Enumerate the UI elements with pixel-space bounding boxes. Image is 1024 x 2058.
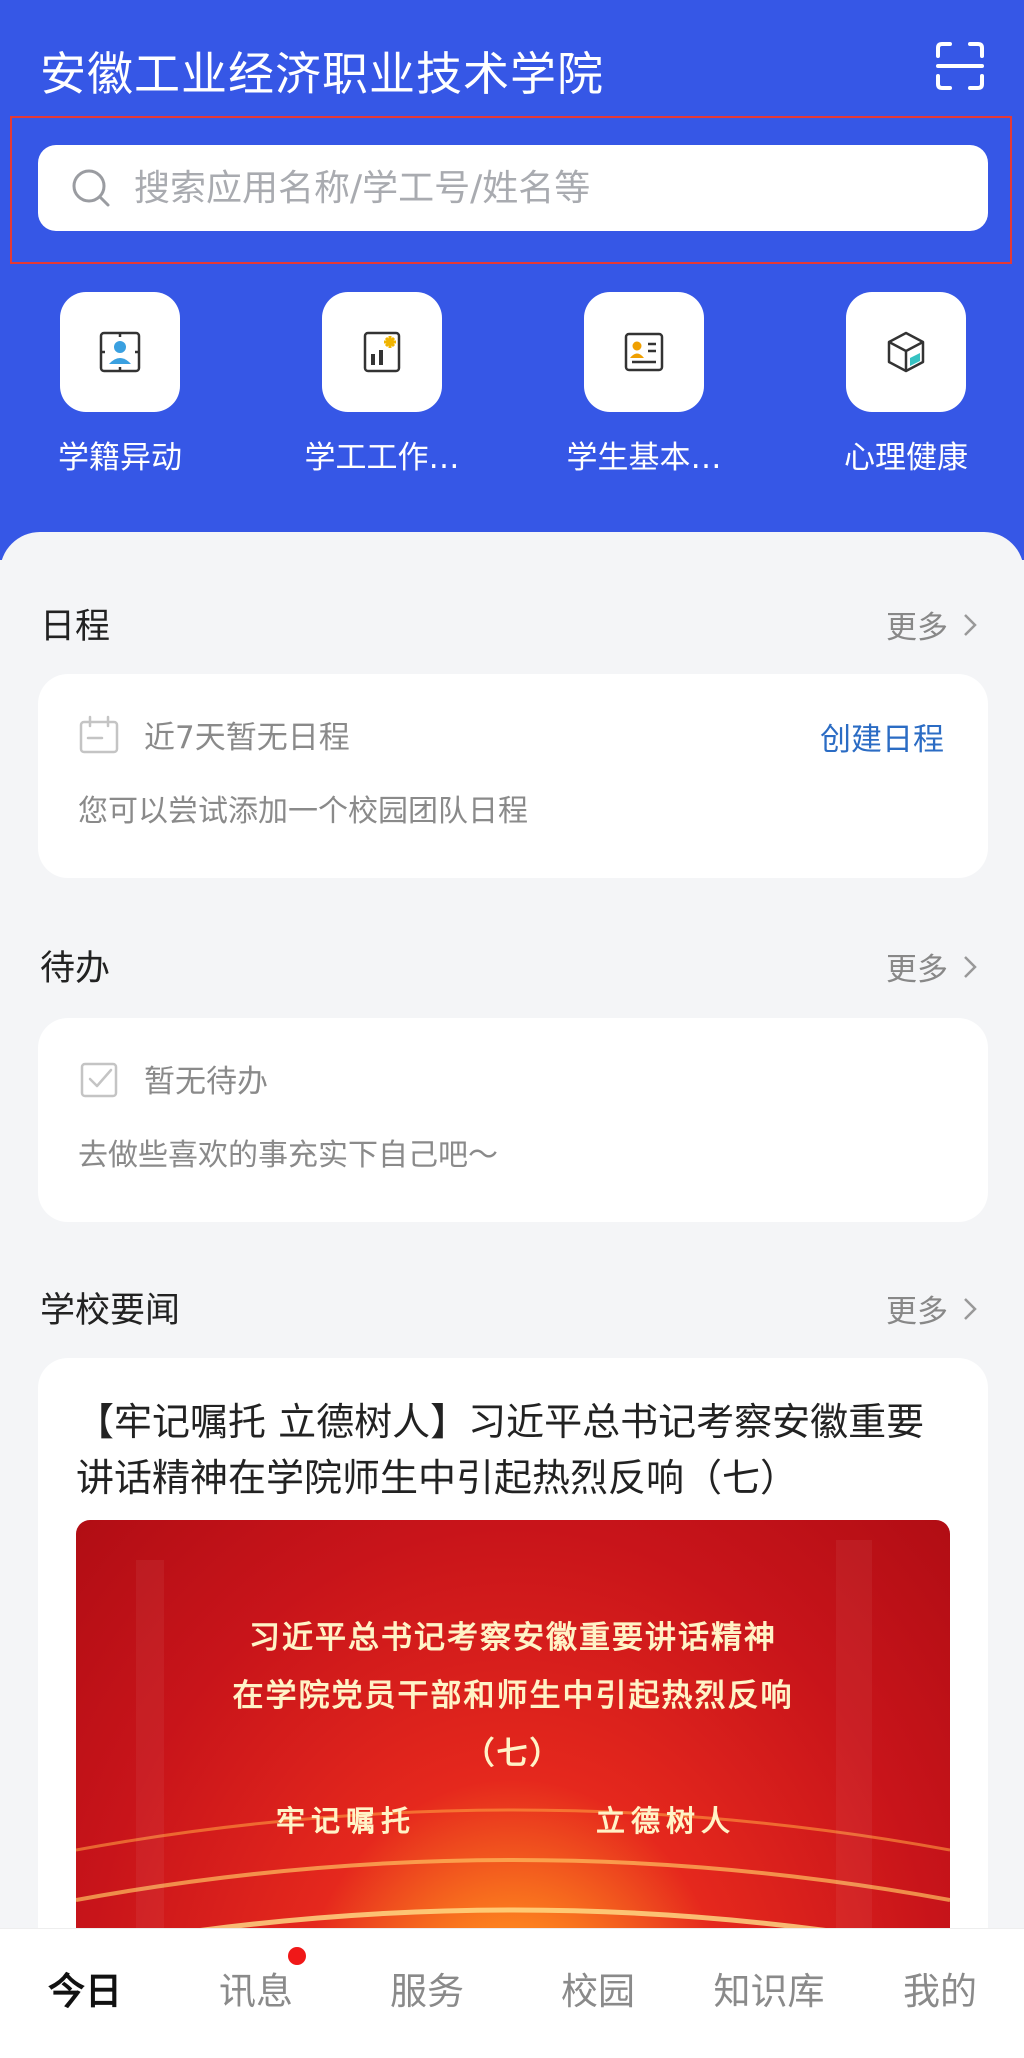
chevron-right-icon xyxy=(964,1297,977,1320)
quick-app-student-status[interactable]: 学籍异动 xyxy=(20,292,220,482)
banner-headline-line-1: 习近平总书记考察安徽重要讲话精神 xyxy=(249,1620,777,1656)
bottom-tab-bar: 今日 讯息 服务 校园 知识库 我的 xyxy=(0,1928,1024,2058)
news-item-title[interactable]: 【牢记嘱托 立德树人】习近平总书记考察安徽重要讲话精神在学院师生中引起热烈反响（… xyxy=(76,1394,956,1506)
banner-decoration xyxy=(76,1540,950,1928)
schedule-empty-row: 近7天暂无日程 xyxy=(78,712,350,757)
news-banner-image[interactable]: 习近平总书记考察安徽重要讲话精神 在学院党员干部和师生中引起热烈反响 （七） 牢… xyxy=(76,1520,950,1928)
news-section-title: 学校要闻 xyxy=(40,1291,181,1331)
quick-app-label: 心理健康 xyxy=(844,440,968,476)
tab-services[interactable]: 服务 xyxy=(342,1961,512,2015)
tab-campus[interactable]: 校园 xyxy=(513,1961,683,2015)
scan-icon[interactable] xyxy=(934,40,986,92)
schedule-hint: 您可以尝试添加一个校园团队日程 xyxy=(78,794,528,829)
schedule-card: 近7天暂无日程 创建日程 您可以尝试添加一个校园团队日程 xyxy=(38,674,988,878)
search-input[interactable] xyxy=(134,167,954,209)
tab-today[interactable]: 今日 xyxy=(0,1961,170,2015)
more-label: 更多 xyxy=(886,610,948,646)
student-work-icon xyxy=(322,292,442,412)
quick-app-label: 学生基本… xyxy=(566,440,722,476)
todo-more-link[interactable]: 更多 xyxy=(886,944,978,989)
quick-app-label: 学籍异动 xyxy=(58,440,182,476)
quick-app-student-info[interactable]: 学生基本… xyxy=(544,292,744,482)
notification-dot xyxy=(288,1947,306,1965)
chevron-right-icon xyxy=(964,613,977,636)
tab-messages[interactable]: 讯息 xyxy=(171,1961,341,2015)
tab-me[interactable]: 我的 xyxy=(855,1961,1024,2015)
quick-apps: 学籍异动 学工工作… 学生基本… 心理健康 xyxy=(0,292,1024,482)
more-label: 更多 xyxy=(886,952,948,988)
search-icon xyxy=(72,169,110,207)
schedule-section-title: 日程 xyxy=(40,607,111,647)
create-schedule-button[interactable]: 创建日程 xyxy=(820,714,944,759)
banner-headline-line-2: 在学院党员干部和师生中引起热烈反响 xyxy=(232,1678,794,1714)
calendar-icon xyxy=(79,715,119,753)
more-label: 更多 xyxy=(886,1294,948,1330)
content-panel: 日程 更多 近7天暂无日程 创建日程 您可以尝试添加一个校园团队日程 待办 更多 xyxy=(0,532,1024,1928)
tab-knowledge-base[interactable]: 知识库 xyxy=(684,1961,854,2015)
mental-health-icon xyxy=(846,292,966,412)
schedule-empty-title: 近7天暂无日程 xyxy=(144,720,350,756)
header-bar: 安徽工业经济职业技术学院 学籍异动 xyxy=(0,0,1024,560)
banner-headline-line-3: （七） xyxy=(463,1736,563,1772)
todo-section-title: 待办 xyxy=(40,949,111,989)
todo-hint: 去做些喜欢的事充实下自己吧～ xyxy=(78,1138,498,1173)
banner-motto-left: 牢记嘱托 xyxy=(276,1804,417,1838)
todo-empty-row: 暂无待办 xyxy=(78,1056,268,1101)
news-card[interactable]: 【牢记嘱托 立德树人】习近平总书记考察安徽重要讲话精神在学院师生中引起热烈反响（… xyxy=(38,1358,988,1928)
todo-card: 暂无待办 去做些喜欢的事充实下自己吧～ xyxy=(38,1018,988,1222)
quick-app-mental-health[interactable]: 心理健康 xyxy=(806,292,1006,482)
todo-empty-title: 暂无待办 xyxy=(144,1064,268,1100)
chevron-right-icon xyxy=(964,955,977,978)
student-status-icon xyxy=(60,292,180,412)
search-bar[interactable] xyxy=(38,145,988,231)
quick-app-student-work[interactable]: 学工工作… xyxy=(282,292,482,482)
student-info-icon xyxy=(584,292,704,412)
checklist-icon xyxy=(80,1062,118,1097)
quick-app-label: 学工工作… xyxy=(304,440,460,476)
schedule-more-link[interactable]: 更多 xyxy=(886,602,978,647)
news-more-link[interactable]: 更多 xyxy=(886,1286,978,1331)
banner-motto-right: 立德树人 xyxy=(596,1804,737,1838)
app-title: 安徽工业经济职业技术学院 xyxy=(40,47,604,101)
